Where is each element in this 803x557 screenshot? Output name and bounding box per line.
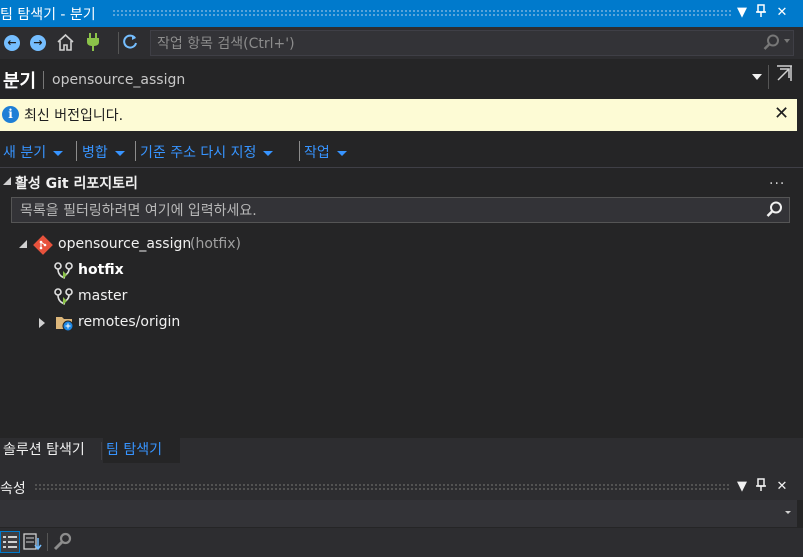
close-info-icon[interactable]: ✕	[774, 103, 789, 124]
splitter[interactable]	[0, 463, 803, 473]
chevron-down-icon	[53, 150, 64, 156]
branch-actions: 새 분기 병합 기준 주소 다시 지정 작업	[0, 134, 803, 166]
window-title-bar: 팀 탐색기 - 분기 ▼ ✕	[0, 0, 803, 27]
home-icon[interactable]	[56, 33, 75, 56]
action-separator	[135, 141, 136, 161]
tab-team-explorer[interactable]: 팀 탐색기	[103, 438, 180, 463]
chevron-down-icon	[336, 150, 347, 156]
work-item-search-input[interactable]	[155, 33, 759, 55]
rebase-button[interactable]: 기준 주소 다시 지정	[140, 142, 274, 162]
properties-title-bar: 속성 ▼ ✕	[0, 473, 803, 500]
properties-toolbar	[0, 528, 803, 557]
tab-solution-explorer[interactable]: 솔루션 탐색기	[0, 438, 100, 463]
chevron-down-icon	[263, 150, 274, 156]
object-selector[interactable]	[0, 500, 797, 527]
close-icon[interactable]: ✕	[773, 478, 791, 496]
property-pages-wrench-icon[interactable]	[52, 532, 72, 556]
info-message: 최신 버전입니다.	[24, 108, 124, 124]
object-selector-dropdown-icon[interactable]	[785, 511, 791, 514]
actions-label: 작업	[304, 145, 330, 161]
forward-icon[interactable]: →	[30, 35, 46, 51]
window-menu-dropdown-icon[interactable]: ▼	[733, 4, 751, 22]
tree-repository-node[interactable]: opensource_assign (hotfix)	[18, 234, 318, 256]
search-icon[interactable]	[766, 201, 783, 222]
refresh-icon[interactable]	[121, 33, 139, 55]
active-repositories-section[interactable]: 활성 Git 리포지토리 ...	[0, 172, 803, 194]
more-options-icon[interactable]: ...	[769, 172, 785, 188]
work-item-search[interactable]	[150, 30, 794, 56]
search-icon[interactable]	[763, 34, 780, 55]
search-dropdown-icon[interactable]	[784, 39, 790, 43]
properties-title: 속성	[0, 481, 26, 497]
connect-plug-icon[interactable]	[86, 32, 100, 56]
info-bar-gutter	[797, 99, 803, 131]
actions-button[interactable]: 작업	[304, 142, 347, 162]
info-bar: i 최신 버전입니다. ✕	[0, 99, 797, 131]
remote-folder-icon	[55, 314, 75, 336]
tree-branch-node[interactable]: master	[54, 286, 254, 308]
title-grip[interactable]	[112, 9, 731, 17]
navigation-toolbar: ← →	[0, 27, 803, 59]
chevron-down-icon	[114, 150, 125, 156]
categorized-view-button[interactable]	[0, 531, 20, 553]
repository-label: opensource_assign	[58, 236, 192, 252]
tab-separator	[101, 442, 102, 460]
tool-window-tabs: 솔루션 탐색기 팀 탐색기	[0, 438, 803, 463]
tree-remote-node[interactable]: remotes/origin	[38, 312, 258, 334]
expand-arrow-icon[interactable]	[19, 240, 27, 248]
action-separator	[299, 141, 300, 161]
repository-name: opensource_assign	[52, 72, 186, 88]
remote-label: remotes/origin	[78, 314, 181, 330]
branch-label: master	[78, 288, 128, 304]
new-branch-button[interactable]: 새 분기	[3, 142, 64, 162]
collapse-arrow-icon[interactable]	[3, 177, 11, 185]
branch-label: hotfix	[78, 262, 124, 278]
page-navigation-dropdown-icon[interactable]	[752, 74, 762, 80]
toolbar-separator	[47, 533, 48, 551]
merge-label: 병합	[82, 145, 108, 161]
pin-icon[interactable]	[752, 478, 770, 496]
repository-filter-input[interactable]	[18, 200, 762, 222]
undock-icon[interactable]	[775, 65, 793, 87]
toolbar-separator	[118, 32, 119, 54]
expand-arrow-icon[interactable]	[39, 318, 45, 328]
new-branch-label: 새 분기	[3, 145, 47, 161]
divider	[0, 167, 803, 168]
tree-branch-node[interactable]: hotfix	[54, 260, 254, 282]
branch-icon	[54, 262, 74, 284]
page-header: 분기 opensource_assign	[0, 59, 803, 99]
info-icon: i	[2, 106, 19, 123]
title-grip[interactable]	[34, 483, 731, 491]
git-repository-icon	[33, 235, 53, 259]
window-title: 팀 탐색기 - 분기	[0, 7, 96, 23]
page-title: 분기	[3, 71, 37, 92]
back-icon[interactable]: ←	[4, 35, 20, 51]
branch-icon	[54, 288, 74, 310]
current-branch-label: (hotfix)	[190, 236, 241, 252]
repository-filter[interactable]	[11, 197, 790, 223]
close-icon[interactable]: ✕	[773, 4, 791, 22]
window-menu-dropdown-icon[interactable]: ▼	[733, 478, 751, 496]
alphabetical-view-icon[interactable]	[23, 532, 45, 556]
rebase-label: 기준 주소 다시 지정	[140, 145, 257, 161]
merge-button[interactable]: 병합	[82, 142, 125, 162]
action-separator	[76, 141, 77, 161]
header-separator	[43, 71, 44, 89]
header-button-separator	[768, 65, 769, 89]
section-title: 활성 Git 리포지토리	[15, 176, 138, 192]
pin-icon[interactable]	[752, 4, 770, 22]
